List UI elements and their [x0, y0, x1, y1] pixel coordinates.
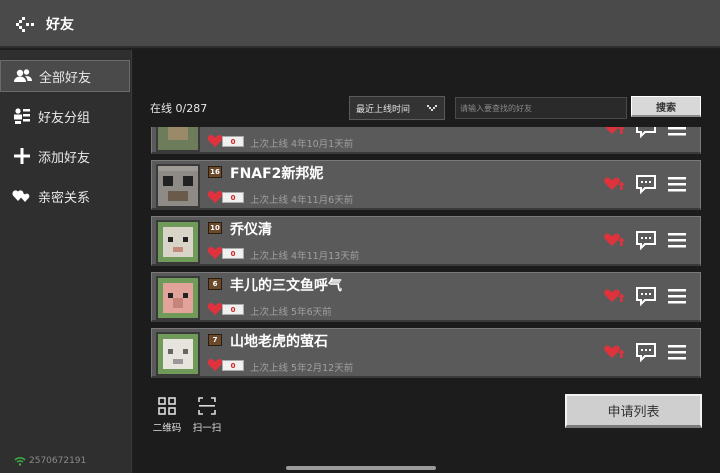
chat-icon[interactable] — [635, 127, 657, 138]
sidebar-item-label: 好友分组 — [38, 110, 91, 126]
friend-row[interactable]: 6 丰儿的三文鱼呼气 0 上次上线 5年6天前 — [151, 272, 701, 322]
popularity-badge: 0 — [222, 304, 244, 315]
friend-avatar — [156, 276, 200, 320]
friends-icon — [14, 69, 32, 82]
sidebar-item-label: 全部好友 — [39, 70, 92, 86]
chat-icon[interactable] — [635, 230, 657, 250]
popularity-badge: 0 — [222, 360, 244, 371]
request-list-button[interactable]: 申请列表 — [565, 394, 702, 428]
friend-name: 山地老虎的萤石 — [230, 334, 328, 350]
plus-icon — [14, 148, 30, 164]
sidebar-item-all-friends[interactable]: 全部好友 — [0, 60, 130, 92]
level-badge: 7 — [208, 334, 222, 346]
level-badge: 6 — [208, 278, 222, 290]
main-panel: 在线 0/287 最近上线时间 搜索 0 上次上线 4年10月1天前 — [133, 50, 720, 473]
friend-name: 乔仪清 — [230, 222, 272, 238]
search-button[interactable]: 搜索 — [631, 96, 701, 117]
sidebar-item-label: 添加好友 — [38, 150, 91, 166]
qr-code-icon — [158, 397, 176, 415]
heart-icon — [207, 358, 223, 371]
sidebar-item-friend-groups[interactable]: 好友分组 — [0, 100, 130, 132]
back-button[interactable] — [14, 13, 40, 35]
scan-icon — [198, 397, 216, 415]
chevron-down-icon — [427, 105, 437, 111]
friend-row[interactable]: 16 FNAF2新邦妮 0 上次上线 4年11月6天前 — [151, 160, 701, 210]
scan-label: 扫一扫 — [192, 423, 222, 434]
friend-avatar — [156, 220, 200, 264]
sidebar-item-intimacy[interactable]: 亲密关系 — [0, 180, 130, 212]
request-list-label: 申请列表 — [607, 405, 660, 420]
sort-dropdown[interactable]: 最近上线时间 — [349, 96, 445, 120]
friend-list[interactable]: 0 上次上线 4年10月1天前 16 FNAF2新邦妮 0 上次上线 4年11月… — [151, 127, 703, 385]
user-id-text: 2570672191 — [29, 456, 87, 466]
friend-name: FNAF2新邦妮 — [230, 166, 324, 182]
menu-icon[interactable] — [666, 286, 688, 306]
qr-code-label: 二维码 — [152, 423, 182, 434]
page-title: 好友 — [46, 17, 74, 33]
sidebar-item-label: 亲密关系 — [38, 190, 91, 206]
sidebar: 全部好友 好友分组 添加好友 亲密关系 2570672191 — [0, 50, 132, 473]
last-online: 上次上线 4年11月13天前 — [250, 251, 360, 262]
like-icon[interactable] — [603, 230, 625, 250]
search-input[interactable] — [455, 97, 627, 119]
sidebar-item-add-friend[interactable]: 添加好友 — [0, 140, 130, 172]
chat-icon[interactable] — [635, 342, 657, 362]
last-online: 上次上线 4年11月6天前 — [250, 195, 354, 206]
search-button-label: 搜索 — [656, 102, 676, 114]
level-badge: 10 — [208, 222, 222, 234]
menu-icon[interactable] — [666, 342, 688, 362]
qr-code-button[interactable]: 二维码 — [149, 396, 185, 436]
heart-icon — [207, 302, 223, 315]
sort-value: 最近上线时间 — [356, 104, 411, 115]
friend-row[interactable]: 10 乔仪清 0 上次上线 4年11月13天前 — [151, 216, 701, 266]
friend-name: 丰儿的三文鱼呼气 — [230, 278, 342, 294]
last-online: 上次上线 5年6天前 — [250, 307, 332, 318]
menu-icon[interactable] — [666, 127, 688, 138]
back-arrow-icon — [16, 17, 34, 32]
scan-button[interactable]: 扫一扫 — [189, 396, 225, 436]
heart-link-icon — [12, 190, 30, 202]
like-icon[interactable] — [603, 286, 625, 306]
last-online: 上次上线 4年10月1天前 — [250, 139, 354, 150]
heart-icon — [207, 134, 223, 147]
friend-row[interactable]: 7 山地老虎的萤石 0 上次上线 5年2月12天前 — [151, 328, 701, 378]
popularity-badge: 0 — [222, 192, 244, 203]
online-count: 在线 0/287 — [150, 102, 208, 115]
friend-avatar — [156, 332, 200, 376]
top-bar: 好友 — [0, 0, 720, 48]
friend-avatar — [156, 127, 200, 152]
menu-icon[interactable] — [666, 174, 688, 194]
friend-row[interactable]: 0 上次上线 4年10月1天前 — [151, 127, 701, 154]
home-indicator[interactable] — [286, 466, 436, 470]
like-icon[interactable] — [603, 127, 625, 138]
wifi-icon — [14, 457, 26, 466]
like-icon[interactable] — [603, 342, 625, 362]
chat-icon[interactable] — [635, 286, 657, 306]
menu-icon[interactable] — [666, 230, 688, 250]
level-badge: 16 — [208, 166, 222, 178]
like-icon[interactable] — [603, 174, 625, 194]
user-id: 2570672191 — [14, 456, 86, 466]
group-icon — [14, 108, 30, 124]
popularity-badge: 0 — [222, 136, 244, 147]
chat-icon[interactable] — [635, 174, 657, 194]
heart-icon — [207, 246, 223, 259]
last-online: 上次上线 5年2月12天前 — [250, 363, 354, 374]
popularity-badge: 0 — [222, 248, 244, 259]
friend-avatar — [156, 164, 200, 208]
heart-icon — [207, 190, 223, 203]
